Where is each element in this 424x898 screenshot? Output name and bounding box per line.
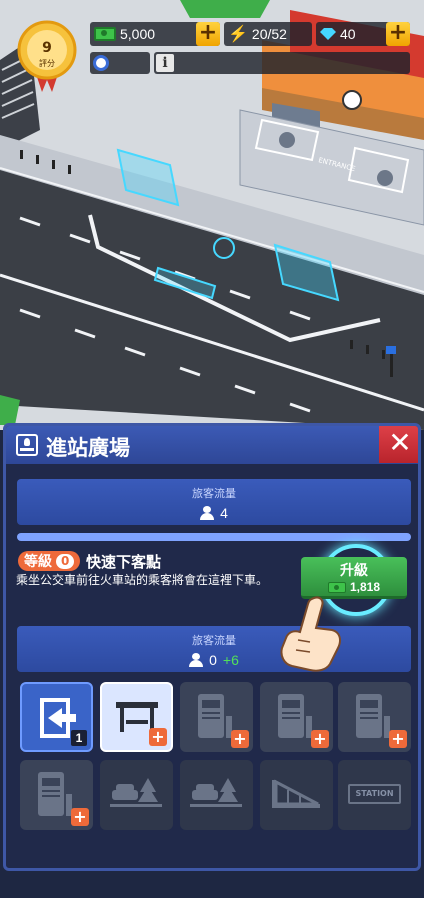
lightning-bolt-icon: ⚡: [228, 26, 248, 43]
facility-description: 乘坐公交車前往火車站的乘客將會在這裡下車。: [16, 573, 269, 587]
info-bar[interactable]: i: [154, 52, 410, 74]
add-slot-badge: +: [311, 730, 329, 748]
add-slot-badge: +: [71, 808, 89, 826]
slot-station-sign[interactable]: STATION: [338, 760, 411, 830]
slot-ticket-machine-2[interactable]: +: [260, 682, 333, 752]
energy-counter: ⚡ 20/52: [224, 22, 312, 46]
passenger-flow-total: 旅客流量 4: [17, 479, 411, 525]
cash-icon: [327, 581, 346, 593]
parking-lot-icon: [110, 778, 162, 807]
gem-value: 40: [340, 26, 356, 42]
rating-value: 9: [42, 40, 52, 56]
plaza-icon: [16, 434, 38, 456]
slot-entry-gate[interactable]: 1: [20, 682, 93, 752]
passenger-flow-gain: +6: [222, 652, 239, 668]
add-slot-badge: +: [389, 730, 407, 748]
close-button[interactable]: ✕: [379, 426, 418, 463]
slot-parking-2[interactable]: [180, 760, 253, 830]
passenger-flow-next: 旅客流量 0 +6: [17, 626, 411, 672]
passenger-flow-next-value: 0: [209, 652, 217, 668]
hud-secondary-row: i: [90, 52, 410, 74]
passenger-flow-next-label: 旅客流量: [192, 634, 236, 647]
slot-count-badge: 1: [71, 730, 87, 746]
station-sign-icon: STATION: [348, 784, 401, 804]
person-icon: [200, 506, 215, 520]
person-icon: [189, 653, 204, 667]
level-badge: 等級 0: [18, 551, 81, 571]
level-progress-bar: [17, 533, 411, 541]
gem-counter: 40 +: [316, 22, 410, 46]
add-gems-button[interactable]: +: [386, 22, 410, 46]
info-icon: i: [156, 54, 174, 72]
slot-parking-1[interactable]: [100, 760, 173, 830]
upgrade-button[interactable]: 升級 1,818: [301, 557, 407, 599]
plaza-upgrade-panel: 進站廣場 ✕ 旅客流量 4 等級 0 快速下客點 乘坐公交車前往火車站的乘客將會…: [3, 423, 421, 871]
cash-counter: 5,000 +: [90, 22, 220, 46]
slot-ticket-machine-3[interactable]: +: [338, 682, 411, 752]
level-number: 0: [56, 553, 75, 569]
level-label: 等級: [24, 554, 52, 570]
slot-ticket-machine-4[interactable]: +: [20, 760, 93, 830]
slot-ticket-machine-1[interactable]: +: [180, 682, 253, 752]
energy-value: 20/52: [251, 26, 287, 42]
cash-icon: [94, 27, 116, 41]
facility-name: 快速下客點: [86, 553, 162, 571]
passenger-flow-label: 旅客流量: [192, 487, 236, 500]
passenger-flow-value: 4: [220, 505, 228, 521]
pointing-hand-icon: [280, 596, 341, 672]
ramp-icon: [272, 779, 320, 808]
add-slot-badge: +: [149, 728, 167, 746]
upgrade-label: 升級: [340, 563, 368, 579]
game-screen: ENTRANCE 9 評分 5,000 + ⚡ 20/52 40 + i 進站廣…: [0, 0, 424, 898]
slot-bus-shelter[interactable]: +: [100, 682, 173, 752]
clock-icon: [93, 55, 109, 71]
add-slot-badge: +: [231, 730, 249, 748]
panel-header: 進站廣場: [6, 426, 418, 464]
level-progress-fill: [17, 533, 411, 541]
rating-medal[interactable]: 9 評分: [14, 18, 80, 92]
timer-button[interactable]: [90, 52, 150, 74]
slot-ramp[interactable]: [260, 760, 333, 830]
cash-value: 5,000: [120, 26, 156, 42]
add-cash-button[interactable]: +: [196, 22, 220, 46]
upgrade-cost: 1,818: [349, 580, 381, 594]
rating-label: 評分: [39, 59, 55, 68]
panel-title: 進站廣場: [46, 436, 130, 460]
diamond-icon: [320, 28, 336, 40]
parking-lot-icon: [190, 778, 242, 807]
